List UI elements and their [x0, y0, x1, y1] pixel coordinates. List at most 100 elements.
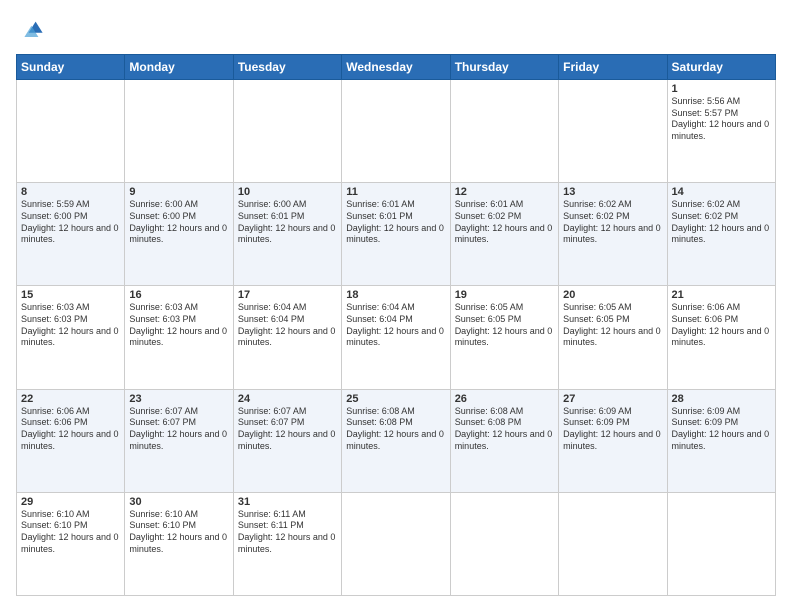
- day-info: Sunrise: 6:07 AMSunset: 6:07 PMDaylight:…: [238, 406, 337, 453]
- day-number: 11: [346, 186, 445, 198]
- day-cell-14: 14Sunrise: 6:02 AMSunset: 6:02 PMDayligh…: [667, 183, 775, 286]
- day-info: Sunrise: 6:09 AMSunset: 6:09 PMDaylight:…: [672, 406, 771, 453]
- day-info: Sunrise: 6:01 AMSunset: 6:02 PMDaylight:…: [455, 199, 554, 246]
- header: [16, 16, 776, 44]
- day-info: Sunrise: 6:02 AMSunset: 6:02 PMDaylight:…: [563, 199, 662, 246]
- day-number: 19: [455, 289, 554, 301]
- day-info: Sunrise: 5:59 AMSunset: 6:00 PMDaylight:…: [21, 199, 120, 246]
- day-cell-11: 11Sunrise: 6:01 AMSunset: 6:01 PMDayligh…: [342, 183, 450, 286]
- day-info: Sunrise: 6:08 AMSunset: 6:08 PMDaylight:…: [346, 406, 445, 453]
- day-info: Sunrise: 6:06 AMSunset: 6:06 PMDaylight:…: [672, 302, 771, 349]
- day-info: Sunrise: 6:08 AMSunset: 6:08 PMDaylight:…: [455, 406, 554, 453]
- day-number: 29: [21, 496, 120, 508]
- day-number: 9: [129, 186, 228, 198]
- day-header-wednesday: Wednesday: [342, 55, 450, 80]
- calendar-table: SundayMondayTuesdayWednesdayThursdayFrid…: [16, 54, 776, 596]
- day-cell-29: 29Sunrise: 6:10 AMSunset: 6:10 PMDayligh…: [17, 492, 125, 595]
- day-info: Sunrise: 6:01 AMSunset: 6:01 PMDaylight:…: [346, 199, 445, 246]
- day-info: Sunrise: 6:03 AMSunset: 6:03 PMDaylight:…: [21, 302, 120, 349]
- day-number: 10: [238, 186, 337, 198]
- day-cell-18: 18Sunrise: 6:04 AMSunset: 6:04 PMDayligh…: [342, 286, 450, 389]
- day-number: 30: [129, 496, 228, 508]
- day-header-tuesday: Tuesday: [233, 55, 341, 80]
- day-info: Sunrise: 6:05 AMSunset: 6:05 PMDaylight:…: [563, 302, 662, 349]
- day-number: 1: [672, 83, 771, 95]
- day-cell-12: 12Sunrise: 6:01 AMSunset: 6:02 PMDayligh…: [450, 183, 558, 286]
- day-number: 31: [238, 496, 337, 508]
- day-cell-31: 31Sunrise: 6:11 AMSunset: 6:11 PMDayligh…: [233, 492, 341, 595]
- empty-cell: [233, 80, 341, 183]
- day-info: Sunrise: 5:56 AMSunset: 5:57 PMDaylight:…: [672, 96, 771, 143]
- empty-cell: [125, 80, 233, 183]
- day-info: Sunrise: 6:06 AMSunset: 6:06 PMDaylight:…: [21, 406, 120, 453]
- day-number: 17: [238, 289, 337, 301]
- day-header-sunday: Sunday: [17, 55, 125, 80]
- logo: [16, 16, 48, 44]
- empty-cell: [450, 492, 558, 595]
- empty-cell: [342, 80, 450, 183]
- day-number: 15: [21, 289, 120, 301]
- day-number: 24: [238, 393, 337, 405]
- day-info: Sunrise: 6:10 AMSunset: 6:10 PMDaylight:…: [129, 509, 228, 556]
- empty-cell: [559, 80, 667, 183]
- day-cell-19: 19Sunrise: 6:05 AMSunset: 6:05 PMDayligh…: [450, 286, 558, 389]
- calendar-header-row: SundayMondayTuesdayWednesdayThursdayFrid…: [17, 55, 776, 80]
- day-cell-27: 27Sunrise: 6:09 AMSunset: 6:09 PMDayligh…: [559, 389, 667, 492]
- day-cell-26: 26Sunrise: 6:08 AMSunset: 6:08 PMDayligh…: [450, 389, 558, 492]
- day-cell-30: 30Sunrise: 6:10 AMSunset: 6:10 PMDayligh…: [125, 492, 233, 595]
- day-header-monday: Monday: [125, 55, 233, 80]
- page: SundayMondayTuesdayWednesdayThursdayFrid…: [0, 0, 792, 612]
- day-cell-8: 8Sunrise: 5:59 AMSunset: 6:00 PMDaylight…: [17, 183, 125, 286]
- day-number: 14: [672, 186, 771, 198]
- day-info: Sunrise: 6:04 AMSunset: 6:04 PMDaylight:…: [346, 302, 445, 349]
- week-row-1: 1Sunrise: 5:56 AMSunset: 5:57 PMDaylight…: [17, 80, 776, 183]
- day-info: Sunrise: 6:00 AMSunset: 6:01 PMDaylight:…: [238, 199, 337, 246]
- day-number: 8: [21, 186, 120, 198]
- day-header-friday: Friday: [559, 55, 667, 80]
- day-cell-25: 25Sunrise: 6:08 AMSunset: 6:08 PMDayligh…: [342, 389, 450, 492]
- day-number: 22: [21, 393, 120, 405]
- day-number: 13: [563, 186, 662, 198]
- day-cell-15: 15Sunrise: 6:03 AMSunset: 6:03 PMDayligh…: [17, 286, 125, 389]
- day-cell-22: 22Sunrise: 6:06 AMSunset: 6:06 PMDayligh…: [17, 389, 125, 492]
- day-cell-20: 20Sunrise: 6:05 AMSunset: 6:05 PMDayligh…: [559, 286, 667, 389]
- day-cell-23: 23Sunrise: 6:07 AMSunset: 6:07 PMDayligh…: [125, 389, 233, 492]
- day-cell-16: 16Sunrise: 6:03 AMSunset: 6:03 PMDayligh…: [125, 286, 233, 389]
- day-number: 26: [455, 393, 554, 405]
- day-info: Sunrise: 6:04 AMSunset: 6:04 PMDaylight:…: [238, 302, 337, 349]
- day-cell-21: 21Sunrise: 6:06 AMSunset: 6:06 PMDayligh…: [667, 286, 775, 389]
- day-cell-1: 1Sunrise: 5:56 AMSunset: 5:57 PMDaylight…: [667, 80, 775, 183]
- day-number: 20: [563, 289, 662, 301]
- day-cell-10: 10Sunrise: 6:00 AMSunset: 6:01 PMDayligh…: [233, 183, 341, 286]
- week-row-2: 8Sunrise: 5:59 AMSunset: 6:00 PMDaylight…: [17, 183, 776, 286]
- day-cell-9: 9Sunrise: 6:00 AMSunset: 6:00 PMDaylight…: [125, 183, 233, 286]
- day-number: 16: [129, 289, 228, 301]
- day-number: 28: [672, 393, 771, 405]
- day-header-saturday: Saturday: [667, 55, 775, 80]
- day-number: 12: [455, 186, 554, 198]
- empty-cell: [667, 492, 775, 595]
- day-info: Sunrise: 6:10 AMSunset: 6:10 PMDaylight:…: [21, 509, 120, 556]
- calendar-body: 1Sunrise: 5:56 AMSunset: 5:57 PMDaylight…: [17, 80, 776, 596]
- empty-cell: [450, 80, 558, 183]
- week-row-5: 29Sunrise: 6:10 AMSunset: 6:10 PMDayligh…: [17, 492, 776, 595]
- day-number: 18: [346, 289, 445, 301]
- day-info: Sunrise: 6:07 AMSunset: 6:07 PMDaylight:…: [129, 406, 228, 453]
- day-number: 27: [563, 393, 662, 405]
- day-info: Sunrise: 6:05 AMSunset: 6:05 PMDaylight:…: [455, 302, 554, 349]
- empty-cell: [17, 80, 125, 183]
- day-cell-24: 24Sunrise: 6:07 AMSunset: 6:07 PMDayligh…: [233, 389, 341, 492]
- day-number: 21: [672, 289, 771, 301]
- day-info: Sunrise: 6:11 AMSunset: 6:11 PMDaylight:…: [238, 509, 337, 556]
- day-info: Sunrise: 6:02 AMSunset: 6:02 PMDaylight:…: [672, 199, 771, 246]
- week-row-4: 22Sunrise: 6:06 AMSunset: 6:06 PMDayligh…: [17, 389, 776, 492]
- week-row-3: 15Sunrise: 6:03 AMSunset: 6:03 PMDayligh…: [17, 286, 776, 389]
- day-cell-13: 13Sunrise: 6:02 AMSunset: 6:02 PMDayligh…: [559, 183, 667, 286]
- day-info: Sunrise: 6:00 AMSunset: 6:00 PMDaylight:…: [129, 199, 228, 246]
- logo-icon: [16, 16, 44, 44]
- day-cell-17: 17Sunrise: 6:04 AMSunset: 6:04 PMDayligh…: [233, 286, 341, 389]
- empty-cell: [342, 492, 450, 595]
- day-number: 25: [346, 393, 445, 405]
- day-info: Sunrise: 6:03 AMSunset: 6:03 PMDaylight:…: [129, 302, 228, 349]
- day-number: 23: [129, 393, 228, 405]
